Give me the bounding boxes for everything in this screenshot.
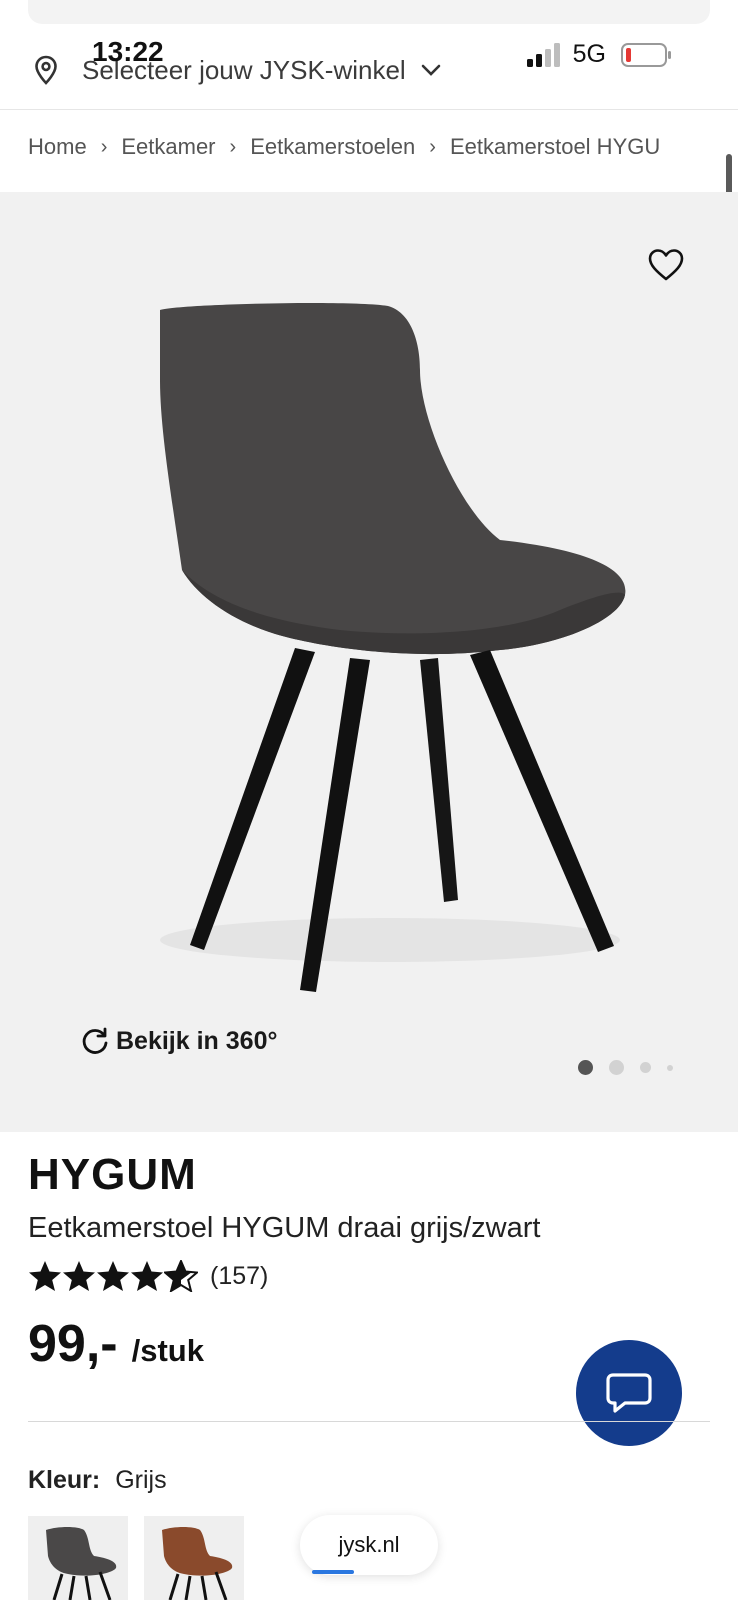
- product-title: Eetkamerstoel HYGUM draai grijs/zwart: [28, 1212, 541, 1244]
- product-image-chair[interactable]: [120, 300, 640, 1010]
- gallery-dot[interactable]: [667, 1064, 673, 1071]
- color-label: Kleur:: [28, 1466, 101, 1494]
- chat-button[interactable]: [576, 1340, 682, 1446]
- price-block: 99,- /stuk: [28, 1314, 204, 1374]
- breadcrumb-eetkamerstoelen[interactable]: Eetkamerstoelen: [250, 134, 415, 160]
- swatch-chair-brown-image: [162, 1527, 233, 1600]
- view-360-label: Bekijk in 360°: [116, 1026, 278, 1055]
- network-label: 5G: [572, 40, 606, 68]
- gallery-dot[interactable]: [609, 1060, 624, 1075]
- section-divider: [28, 1421, 710, 1422]
- breadcrumb-separator-icon: ›: [100, 135, 108, 158]
- color-swatch-brown[interactable]: [144, 1516, 244, 1600]
- status-time: 13:22: [92, 36, 164, 67]
- star-half-icon: [164, 1260, 198, 1292]
- product-brand: HYGUM: [28, 1150, 197, 1199]
- breadcrumb-current[interactable]: Eetkamerstoel HYGU: [450, 134, 660, 160]
- product-rating[interactable]: (157): [28, 1260, 268, 1292]
- swatch-chair-grey-image: [46, 1527, 117, 1600]
- breadcrumb-separator-icon: ›: [229, 135, 237, 158]
- star-icon: [63, 1261, 95, 1291]
- gallery-dot-active[interactable]: [578, 1060, 593, 1075]
- breadcrumb-separator-icon: ›: [429, 135, 436, 158]
- product-price: 99,-: [28, 1315, 118, 1373]
- map-pin-icon: [35, 55, 57, 85]
- search-bar-remnant[interactable]: [28, 0, 710, 24]
- view-360-button[interactable]: Bekijk in 360°: [80, 1026, 277, 1056]
- battery-icon: [621, 42, 671, 67]
- heart-icon[interactable]: [648, 248, 684, 282]
- price-unit: /stuk: [131, 1333, 204, 1368]
- signal-icon: [526, 42, 560, 67]
- gallery-dot[interactable]: [640, 1062, 651, 1073]
- review-count: (157): [210, 1261, 269, 1290]
- star-icon: [97, 1261, 129, 1291]
- star-icon: [29, 1261, 61, 1291]
- color-swatch-grey[interactable]: [28, 1516, 128, 1600]
- status-indicators: 5G: [525, 40, 672, 69]
- header: Selecteer jouw JYSK-winkel 13:22 5G: [0, 24, 738, 110]
- gallery-pagination: [578, 1060, 689, 1075]
- breadcrumb-home[interactable]: Home: [28, 134, 87, 160]
- rating-stars: [28, 1260, 198, 1292]
- chat-bubble-icon: [606, 1373, 652, 1413]
- chevron-down-icon: [421, 64, 441, 76]
- breadcrumb-eetkamer[interactable]: Eetkamer: [121, 134, 215, 160]
- breadcrumb: Home › Eetkamer › Eetkamerstoelen › Eetk…: [28, 134, 718, 160]
- browser-url-pill[interactable]: jysk.nl: [300, 1515, 438, 1575]
- browser-url: jysk.nl: [338, 1532, 400, 1557]
- star-icon: [131, 1261, 163, 1291]
- color-value: Grijs: [115, 1466, 167, 1494]
- color-selector-label: Kleur: Grijs: [28, 1466, 167, 1495]
- page-load-progress: [312, 1570, 354, 1574]
- rotate-icon: [82, 1027, 108, 1054]
